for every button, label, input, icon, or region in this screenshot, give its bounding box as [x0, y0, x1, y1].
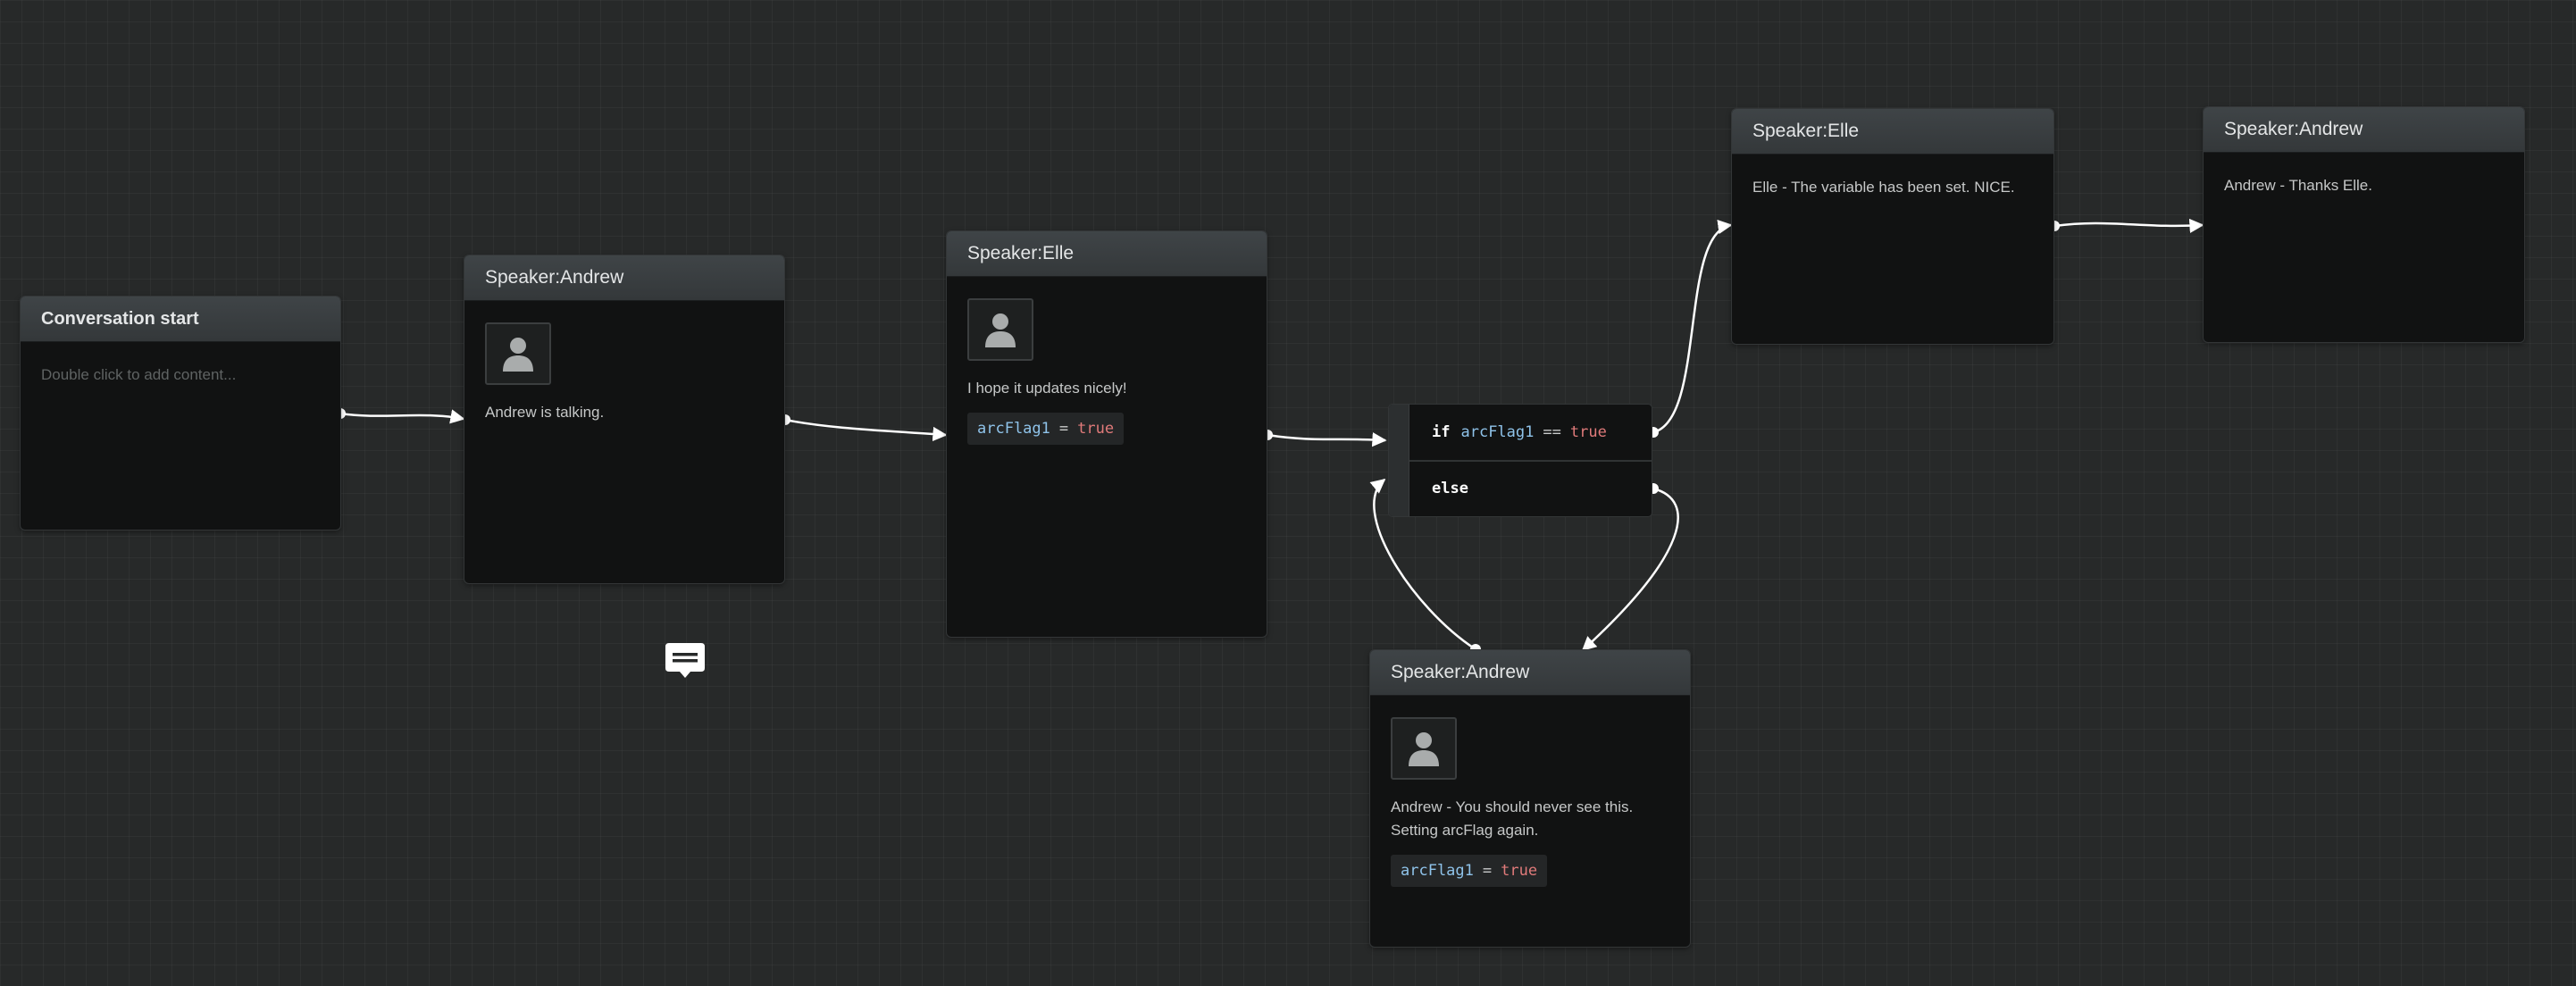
avatar-icon[interactable] [967, 298, 1033, 361]
node-title: Speaker:Andrew [464, 255, 784, 301]
dialogue-text: Andrew is talking. [485, 404, 605, 421]
node-speaker-elle[interactable]: Speaker:Elle I hope it updates nicely! a… [946, 230, 1267, 638]
avatar-icon[interactable] [1391, 717, 1457, 780]
variable-value: true [1077, 420, 1115, 438]
variable-name: arcFlag1 [1401, 862, 1474, 880]
node-speaker-andrew[interactable]: Speaker:Andrew Andrew - Thanks Elle. [2203, 106, 2525, 343]
branch-else-row[interactable]: else [1409, 459, 1652, 517]
person-silhouette-icon [503, 338, 533, 372]
variable-name: arcFlag1 [977, 420, 1050, 438]
link-if-to-elle [1652, 220, 1733, 434]
link-start-to-andrew [339, 409, 465, 424]
condition-variable: arcFlag1 [1460, 422, 1535, 441]
condition-value: true [1569, 422, 1607, 441]
node-speaker-andrew[interactable]: Speaker:Andrew Andrew - You should never… [1369, 649, 1691, 948]
person-silhouette-icon [1409, 732, 1439, 766]
node-placeholder-text[interactable]: Double click to add content... [41, 363, 320, 387]
dialogue-text: Andrew - Thanks Elle. [2224, 177, 2372, 194]
dialogue-text: Elle - The variable has been set. NICE. [1752, 179, 2015, 196]
condition-operator: == [1543, 422, 1561, 441]
link-elle-to-andrew [2053, 218, 2204, 233]
node-title: Speaker:Elle [1732, 109, 2053, 155]
node-speaker-elle[interactable]: Speaker:Elle Elle - The variable has bee… [1731, 108, 2054, 345]
dialogue-text: I hope it updates nicely! [967, 380, 1127, 397]
variable-value: true [1501, 862, 1538, 880]
else-keyword: else [1432, 480, 1468, 498]
variable-assignment: arcFlag1 = true [1391, 855, 1548, 887]
node-conversation-start[interactable]: Conversation start Double click to add c… [20, 296, 341, 531]
connection-links [335, 218, 2204, 655]
node-title: Conversation start [21, 297, 340, 342]
node-title: Speaker:Elle [947, 231, 1267, 277]
node-branch-condition[interactable]: if arcFlag1 == true else [1388, 404, 1652, 517]
node-speaker-andrew[interactable]: Speaker:Andrew Andrew is talking. [464, 255, 785, 584]
node-title: Speaker:Andrew [2204, 107, 2524, 153]
branch-handle[interactable] [1389, 405, 1409, 516]
branch-if-row[interactable]: if arcFlag1 == true [1409, 405, 1652, 460]
link-andrew-to-elle [784, 418, 948, 442]
person-silhouette-icon [985, 313, 1016, 347]
comment-icon[interactable] [664, 641, 707, 682]
node-title: Speaker:Andrew [1370, 650, 1690, 696]
variable-assignment: arcFlag1 = true [967, 413, 1125, 445]
dialogue-text-line: Andrew - You should never see this. [1391, 798, 1634, 815]
avatar-icon[interactable] [485, 322, 551, 385]
assign-operator: = [1058, 420, 1069, 438]
if-keyword: if [1432, 422, 1451, 441]
dialogue-text-line: Setting arcFlag again. [1391, 822, 1539, 839]
assign-operator: = [1482, 862, 1493, 880]
link-elle-to-branch [1267, 432, 1387, 447]
